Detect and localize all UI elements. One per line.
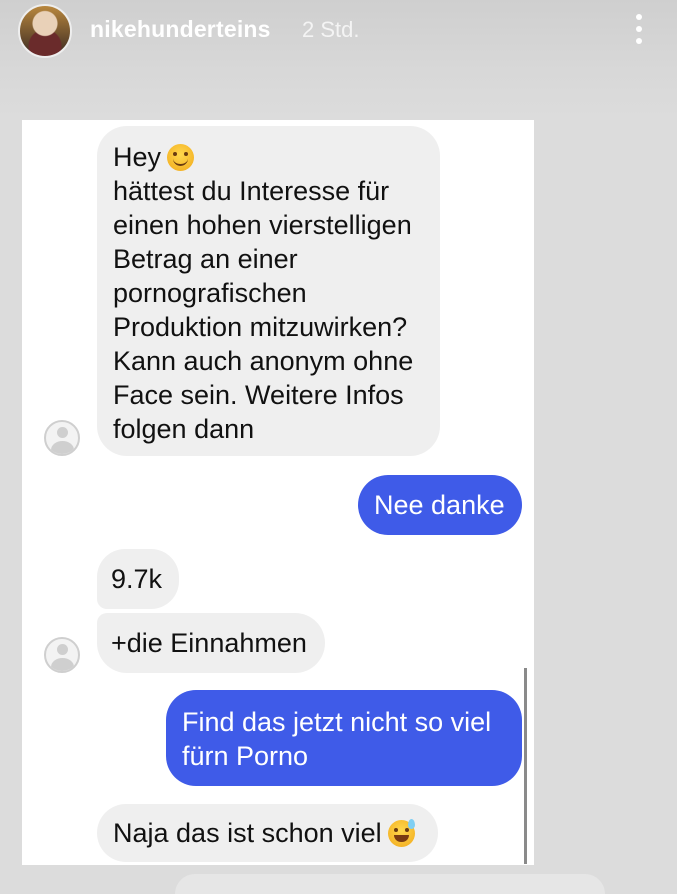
smiling-face-icon bbox=[167, 144, 195, 171]
message-text: Find das jetzt nicht so viel bbox=[182, 707, 492, 737]
message-text: folgen dann bbox=[113, 414, 255, 444]
message-text: hättest du Interesse für bbox=[113, 176, 390, 206]
scrollbar bbox=[524, 668, 527, 864]
message-text: pornografischen bbox=[113, 278, 307, 308]
message-text: Hey bbox=[113, 142, 162, 172]
grinning-sweat-icon bbox=[387, 819, 415, 847]
message-text: einen hohen vierstelligen bbox=[113, 210, 412, 240]
story-header: nikehunderteins 2 Std. bbox=[0, 0, 677, 120]
message-text: Produktion mitzuwirken? bbox=[113, 312, 408, 342]
reply-bar[interactable] bbox=[175, 874, 605, 894]
message-bubble-incoming: +die Einnahmen bbox=[97, 613, 325, 673]
message-text: Face sein. Weitere Infos bbox=[113, 380, 404, 410]
message-bubble-incoming: Hey hättest du Interesse für einen hohen… bbox=[97, 126, 440, 456]
message-bubble-outgoing: Find das jetzt nicht so viel fürn Porno bbox=[166, 690, 522, 786]
story-username[interactable]: nikehunderteins bbox=[90, 16, 271, 43]
message-bubble-incoming: 9.7k bbox=[97, 549, 179, 609]
message-text: Kann auch anonym ohne bbox=[113, 346, 414, 376]
sender-avatar-icon bbox=[44, 420, 80, 456]
profile-avatar[interactable] bbox=[18, 4, 72, 58]
message-text: +die Einnahmen bbox=[111, 628, 307, 658]
message-bubble-incoming: Naja das ist schon viel bbox=[97, 804, 438, 862]
sender-avatar-icon bbox=[44, 637, 80, 673]
more-options-icon[interactable] bbox=[626, 12, 652, 46]
message-text: Naja das ist schon viel bbox=[113, 818, 382, 848]
message-text: fürn Porno bbox=[182, 741, 309, 771]
message-bubble-outgoing: Nee danke bbox=[358, 475, 522, 535]
story-timestamp: 2 Std. bbox=[302, 17, 360, 42]
message-text: Betrag an einer bbox=[113, 244, 298, 274]
message-text: Nee danke bbox=[374, 490, 505, 520]
message-text: 9.7k bbox=[111, 564, 163, 594]
